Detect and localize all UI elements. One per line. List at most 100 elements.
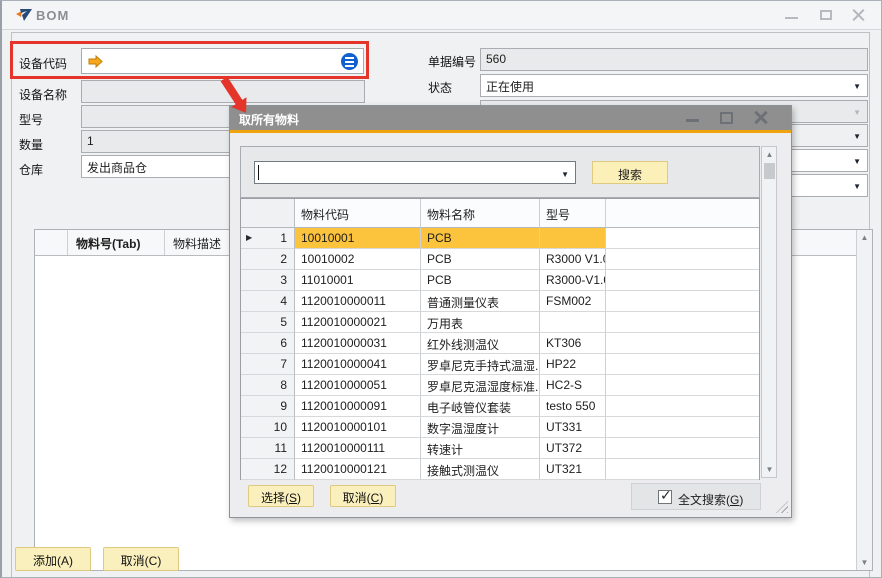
row-header[interactable]: 6	[241, 333, 295, 354]
cell-code[interactable]: 1120010000041	[295, 354, 421, 375]
cell-model[interactable]	[540, 228, 606, 249]
cell-code[interactable]: 1120010000051	[295, 375, 421, 396]
scroll-down-icon[interactable]: ▼	[857, 558, 872, 567]
cell-model[interactable]: UT372	[540, 438, 606, 459]
cell-name[interactable]: 接触式测温仪	[421, 459, 540, 480]
add-button[interactable]: 添加(A)	[15, 547, 91, 571]
cell-model[interactable]: HC2-S	[540, 375, 606, 396]
cell-name[interactable]: 红外线测温仪	[421, 333, 540, 354]
dialog-search-panel: ▼ 搜索	[240, 146, 760, 198]
scrollbar-thumb[interactable]	[764, 163, 775, 179]
dialog-title: 取所有物料	[239, 111, 299, 128]
cell-filler	[606, 396, 759, 417]
select-button[interactable]: 选择(S)	[248, 485, 314, 507]
row-header[interactable]: 10	[241, 417, 295, 438]
resize-grip[interactable]	[776, 501, 788, 513]
cell-model[interactable]: FSM002	[540, 291, 606, 312]
cell-code[interactable]: 1120010000101	[295, 417, 421, 438]
window-close-button[interactable]	[847, 7, 869, 25]
window-maximize-button[interactable]	[815, 7, 837, 25]
scroll-up-icon[interactable]: ▲	[857, 233, 872, 242]
cell-code[interactable]: 1120010000021	[295, 312, 421, 333]
cell-name[interactable]: 数字温湿度计	[421, 417, 540, 438]
cell-name[interactable]: PCB	[421, 270, 540, 291]
bom-items-scrollbar[interactable]: ▲ ▼	[856, 230, 872, 570]
cell-model[interactable]: UT321	[540, 459, 606, 480]
scroll-up-icon[interactable]: ▲	[762, 150, 777, 159]
table-row[interactable]: 10 1120010000101 数字温湿度计 UT331	[241, 417, 759, 438]
row-header[interactable]: 5	[241, 312, 295, 333]
material-table: 物料代码 物料名称 型号 ▶1 10010001 PCB 2 10010002 …	[240, 198, 760, 480]
cell-name[interactable]: 普通测量仪表	[421, 291, 540, 312]
cell-name[interactable]: PCB	[421, 228, 540, 249]
table-row[interactable]: ▶1 10010001 PCB	[241, 228, 759, 249]
fulltext-search-checkbox[interactable]: ✓	[658, 490, 672, 504]
row-header[interactable]: 7	[241, 354, 295, 375]
scroll-down-icon[interactable]: ▼	[762, 465, 777, 474]
table-row[interactable]: 4 1120010000011 普通测量仪表 FSM002	[241, 291, 759, 312]
cancel-button[interactable]: 取消(C)	[103, 547, 179, 571]
cell-name[interactable]: 万用表	[421, 312, 540, 333]
row-header[interactable]: 9	[241, 396, 295, 417]
dialog-minimize-button[interactable]	[683, 110, 703, 126]
chevron-down-icon: ▼	[853, 82, 861, 91]
table-row[interactable]: 6 1120010000031 红外线测温仪 KT306	[241, 333, 759, 354]
dialog-close-button[interactable]	[751, 110, 771, 126]
cell-code[interactable]: 1120010000011	[295, 291, 421, 312]
row-header[interactable]: ▶1	[241, 228, 295, 249]
cell-model[interactable]: KT306	[540, 333, 606, 354]
row-header[interactable]: 2	[241, 249, 295, 270]
row-header[interactable]: 11	[241, 438, 295, 459]
cell-code[interactable]: 10010002	[295, 249, 421, 270]
dialog-titlebar[interactable]: 取所有物料	[230, 106, 791, 130]
table-row[interactable]: 8 1120010000051 罗卓尼克温湿度标准... HC2-S	[241, 375, 759, 396]
cell-model[interactable]: testo 550	[540, 396, 606, 417]
row-header[interactable]: 8	[241, 375, 295, 396]
table-row[interactable]: 5 1120010000021 万用表	[241, 312, 759, 333]
cell-model[interactable]: HP22	[540, 354, 606, 375]
cell-name[interactable]: 电子岐管仪套装	[421, 396, 540, 417]
cell-filler	[606, 375, 759, 396]
cell-model[interactable]: R3000-V1.0	[540, 270, 606, 291]
current-row-icon: ▶	[246, 233, 252, 242]
cell-code[interactable]: 1120010000091	[295, 396, 421, 417]
table-row[interactable]: 9 1120010000091 电子岐管仪套装 testo 550	[241, 396, 759, 417]
model-label: 型号	[19, 111, 43, 128]
cell-filler	[606, 291, 759, 312]
dialog-cancel-button[interactable]: 取消(C)	[330, 485, 396, 507]
row-header[interactable]: 4	[241, 291, 295, 312]
status-label: 状态	[428, 79, 452, 96]
cell-model[interactable]: R3000 V1.0	[540, 249, 606, 270]
row-header[interactable]: 12	[241, 459, 295, 480]
table-row[interactable]: 12 1120010000121 接触式测温仪 UT321	[241, 459, 759, 480]
window-minimize-button[interactable]	[781, 7, 803, 25]
row-selector-header	[35, 230, 68, 255]
col-model-header[interactable]: 型号	[540, 199, 606, 228]
cell-name[interactable]: PCB	[421, 249, 540, 270]
col-code-header[interactable]: 物料代码	[295, 199, 421, 228]
col-name-header[interactable]: 物料名称	[421, 199, 540, 228]
search-combobox[interactable]: ▼	[254, 161, 576, 184]
cell-code[interactable]: 11010001	[295, 270, 421, 291]
cell-code[interactable]: 1120010000031	[295, 333, 421, 354]
table-row[interactable]: 2 10010002 PCB R3000 V1.0	[241, 249, 759, 270]
device-code-input[interactable]	[81, 48, 364, 74]
cell-code[interactable]: 1120010000111	[295, 438, 421, 459]
table-row[interactable]: 7 1120010000041 罗卓尼克手持式温湿... HP22	[241, 354, 759, 375]
cell-name[interactable]: 罗卓尼克温湿度标准...	[421, 375, 540, 396]
chevron-down-icon: ▼	[853, 182, 861, 191]
dialog-maximize-button[interactable]	[717, 110, 737, 126]
cell-name[interactable]: 罗卓尼克手持式温湿...	[421, 354, 540, 375]
table-row[interactable]: 3 11010001 PCB R3000-V1.0	[241, 270, 759, 291]
cell-model[interactable]: UT331	[540, 417, 606, 438]
table-row[interactable]: 11 1120010000111 转速计 UT372	[241, 438, 759, 459]
search-button[interactable]: 搜索	[592, 161, 668, 184]
cell-code[interactable]: 10010001	[295, 228, 421, 249]
cell-model[interactable]	[540, 312, 606, 333]
row-header[interactable]: 3	[241, 270, 295, 291]
cell-name[interactable]: 转速计	[421, 438, 540, 459]
dialog-scrollbar[interactable]: ▲ ▼	[761, 146, 777, 478]
cell-code[interactable]: 1120010000121	[295, 459, 421, 480]
status-dropdown[interactable]: 正在使用 ▼	[480, 74, 868, 97]
lookup-list-icon[interactable]	[341, 53, 358, 70]
